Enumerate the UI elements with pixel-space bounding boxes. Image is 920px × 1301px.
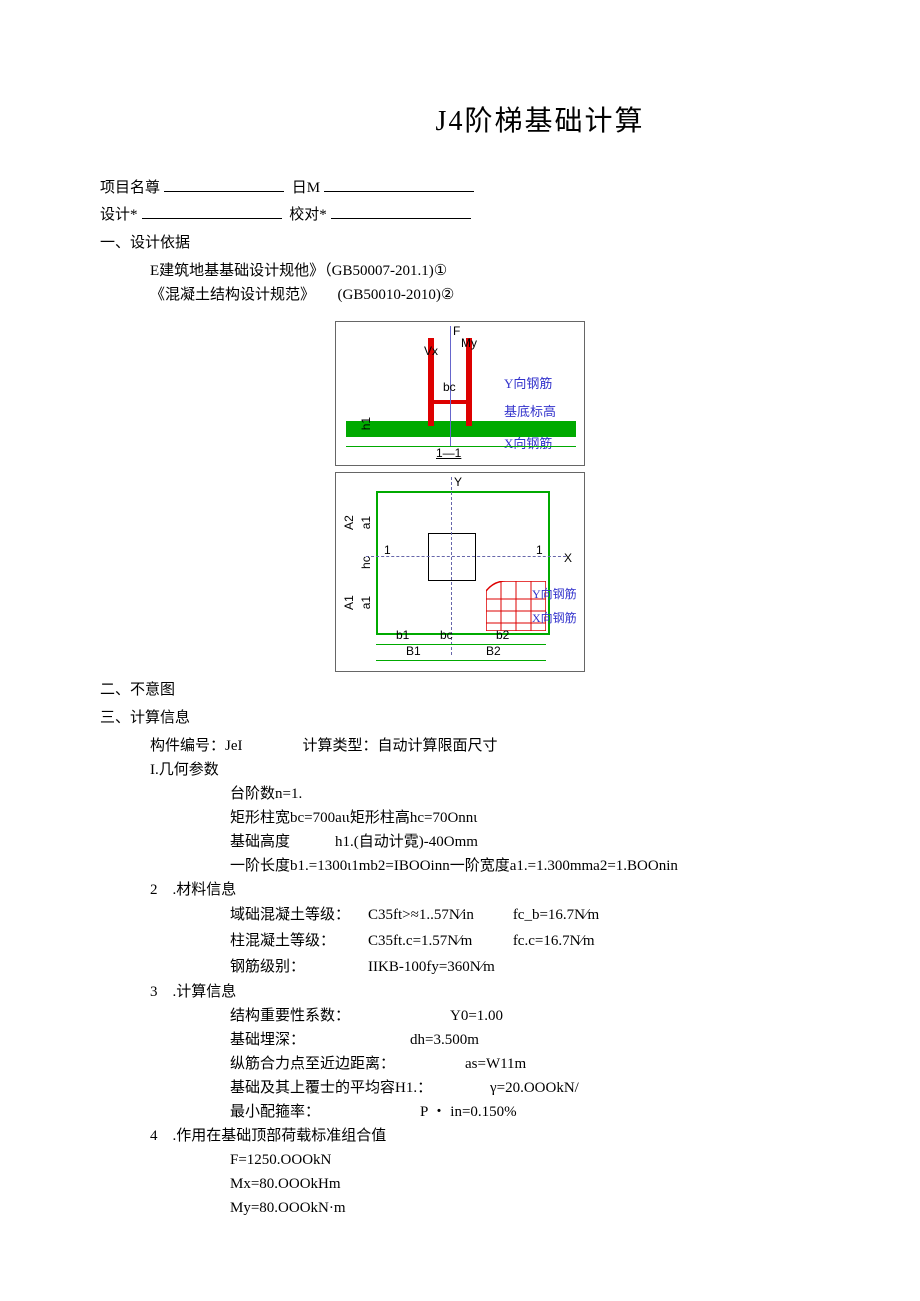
label-A2: A2 (340, 515, 359, 530)
project-line: 项目名尊 日M (100, 175, 820, 200)
calc-0-lbl: 结构重要性系数： (230, 1004, 450, 1028)
page-title: J4阶梯基础计算 (100, 100, 820, 145)
mat-1-c3: fc.c=16.7N∕m (513, 928, 617, 954)
calc-row-2: 纵筋合力点至近边距离：as=W11m (230, 1052, 820, 1076)
diagram-plan-view: Y X Y向钢筋 X向钢筋 A2 A1 a1 hc a1 1 1 b1 (335, 472, 585, 672)
table-row: 柱混凝土等级： C35ft.c=1.57N∕m fc.c=16.7N∕m (230, 928, 617, 954)
load-row-1: Mx=80.OOOkHm (230, 1172, 820, 1196)
calc-title: 3 .计算信息 (150, 980, 820, 1004)
label-1-right: 1 (536, 541, 543, 560)
calc-row-3: 基础及其上覆士的平均容H1.：γ=20.OOOkN/ (230, 1076, 820, 1100)
geo-row-1: 矩形柱宽bc=700aιι矩形柱高hc=70Onnι (230, 806, 820, 830)
component-line: 构件编号：JeI 计算类型：自动计算限面尺寸 (150, 734, 820, 758)
mat-2-c2: IIKB-100fy=360N∕m (368, 954, 513, 980)
basis-line-2: 《混凝土结构设计规范》 (GB50010-2010)② (150, 283, 820, 307)
mat-0-c1: 域础混凝土等级： (230, 902, 368, 928)
diagram-section-view: F My Vx bc h1 Y向钢筋 基底标高 X向钢筋 1—1 (335, 321, 585, 466)
calc-2-lbl: 纵筋合力点至近边距离： (230, 1052, 465, 1076)
label-h1: h1 (357, 417, 376, 430)
label-x-rebar: X向钢筋 (504, 434, 552, 455)
geo-row-3: 一阶长度b1.=1300ι1mb2=IBOOinn一阶宽度a1.=1.300mm… (230, 854, 820, 878)
label-y-rebar: Y向钢筋 (504, 374, 552, 395)
design-blank (142, 202, 282, 219)
label-B2: B2 (486, 642, 501, 661)
load-row-2: My=80.OOOkN·m (230, 1196, 820, 1220)
check-label: 校对* (289, 207, 327, 223)
label-1-left: 1 (384, 541, 391, 560)
label-bc2: bc (440, 626, 453, 645)
calc-3-lbl: 基础及其上覆士的平均容H1.： (230, 1076, 490, 1100)
designer-line: 设计* 校对* (100, 202, 820, 227)
calc-4-val: P ・ in=0.150% (420, 1104, 517, 1120)
basis-line-1: E建筑地基基础设计规他》（GB50007-201.1)① (150, 259, 820, 283)
design-label: 设计* (100, 207, 138, 223)
mat-0-c3: fc_b=16.7N∕m (513, 902, 617, 928)
label-Y: Y (454, 473, 462, 492)
section-3-heading: 三、计算信息 (100, 706, 820, 730)
section-1-heading: 一、设计依据 (100, 231, 820, 255)
calc-3-val: γ=20.OOOkN/ (490, 1080, 579, 1096)
calc-row-4: 最小配箍率：P ・ in=0.150% (230, 1100, 820, 1124)
calc-2-val: as=W11m (465, 1056, 526, 1072)
mat-2-c3 (513, 954, 617, 980)
calc-row-1: 基础埋深：dh=3.500m (230, 1028, 820, 1052)
check-blank (331, 202, 471, 219)
label-hc: hc (357, 556, 376, 569)
date-label: 日M (292, 180, 320, 196)
load-row-0: F=1250.OOOkN (230, 1148, 820, 1172)
mat-1-c2: C35ft.c=1.57N∕m (368, 928, 513, 954)
geo-row-0: 台阶数n=1. (230, 782, 820, 806)
label-y-rebar-2: Y向钢筋 (532, 585, 577, 604)
table-row: 钢筋级别： IIKB-100fy=360N∕m (230, 954, 617, 980)
project-blank (164, 175, 284, 192)
load-title: 4 .作用在基础顶部荷载标准组合值 (150, 1124, 820, 1148)
label-My: My (461, 334, 477, 353)
label-x-rebar-2: X向钢筋 (532, 609, 577, 628)
label-a1-bot: a1 (357, 596, 376, 609)
calc-1-lbl: 基础埋深： (230, 1028, 410, 1052)
geo-title: I.几何参数 (150, 758, 820, 782)
label-F: F (453, 322, 460, 341)
project-label: 项目名尊 (100, 180, 160, 196)
section-2-heading: 二、不意图 (100, 678, 820, 702)
label-B1: B1 (406, 642, 421, 661)
calc-1-val: dh=3.500m (410, 1032, 479, 1048)
label-a1-top: a1 (357, 516, 376, 529)
calc-0-val: Y0=1.00 (450, 1008, 503, 1024)
document-page: J4阶梯基础计算 项目名尊 日M 设计* 校对* 一、设计依据 E建筑地基基础设… (0, 0, 920, 1301)
mat-2-c1: 钢筋级别： (230, 954, 368, 980)
mat-0-c2: C35ft>≈1..57N∕in (368, 902, 513, 928)
label-base-elev: 基底标高 (504, 402, 556, 423)
mat-1-c1: 柱混凝土等级： (230, 928, 368, 954)
table-row: 域础混凝土等级： C35ft>≈1..57N∕in fc_b=16.7N∕m (230, 902, 617, 928)
material-table: 域础混凝土等级： C35ft>≈1..57N∕in fc_b=16.7N∕m 柱… (230, 902, 617, 980)
label-Vx: Vx (424, 342, 438, 361)
label-bc: bc (443, 378, 456, 397)
mat-title: 2 .材料信息 (150, 878, 820, 902)
date-blank (324, 175, 474, 192)
calc-4-lbl: 最小配箍率： (230, 1100, 420, 1124)
calc-row-0: 结构重要性系数：Y0=1.00 (230, 1004, 820, 1028)
label-A1: A1 (340, 595, 359, 610)
foundation-diagram: F My Vx bc h1 Y向钢筋 基底标高 X向钢筋 1—1 Y X (335, 321, 585, 672)
geo-row-2: 基础高度 h1.(自动计霓)-40Omm (230, 830, 820, 854)
label-X: X (564, 549, 572, 568)
